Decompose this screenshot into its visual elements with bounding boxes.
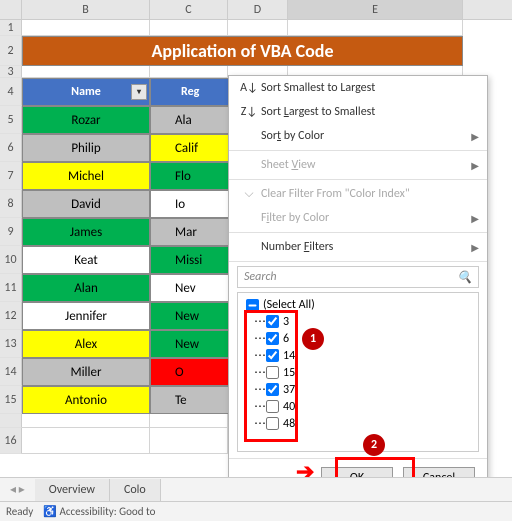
search-box[interactable]: Search🔍 xyxy=(237,266,479,288)
filter-item[interactable]: ⋯ 40 xyxy=(242,398,474,415)
filter-item[interactable]: ⋯ 3 xyxy=(242,313,474,330)
name-cell[interactable]: Keat xyxy=(22,246,150,274)
status-acc: ♿ Accessibility: Good to xyxy=(43,505,155,518)
filter-button-name[interactable]: ▾ xyxy=(131,84,147,100)
title-cell: Application of VBA Code xyxy=(22,36,463,66)
row-8[interactable]: 8 xyxy=(0,190,22,218)
row-15[interactable]: 15 xyxy=(0,386,22,414)
name-cell[interactable]: Antonio xyxy=(22,386,150,414)
name-cell[interactable]: James xyxy=(22,218,150,246)
row-9[interactable]: 9 xyxy=(0,218,22,246)
sort-desc-icon: Z↓ xyxy=(237,105,261,119)
col-E[interactable]: E xyxy=(288,0,463,19)
clear-filter: ⌵Clear Filter From "Color Index" xyxy=(229,182,487,206)
funnel-icon: ⌵ xyxy=(237,187,261,201)
row-gap[interactable] xyxy=(0,414,22,428)
row-16[interactable]: 16 xyxy=(0,428,22,454)
chevron-right-icon: ▶ xyxy=(471,130,479,143)
row-6[interactable]: 6 xyxy=(0,134,22,162)
row-3[interactable]: 3 xyxy=(0,66,22,78)
row-1[interactable]: 1 xyxy=(0,20,22,36)
name-cell[interactable]: Jennifer xyxy=(22,302,150,330)
name-cell[interactable]: Alex xyxy=(22,330,150,358)
name-cell[interactable]: Rozar xyxy=(22,106,150,134)
row-11[interactable]: 11 xyxy=(0,274,22,302)
name-cell[interactable]: Alan xyxy=(22,274,150,302)
row-7[interactable]: 7 xyxy=(0,162,22,190)
row-10[interactable]: 10 xyxy=(0,246,22,274)
filter-tree[interactable]: (Select All) ⋯ 3⋯ 6⋯ 14⋯ 15⋯ 37⋯ 40⋯ 48 xyxy=(237,292,479,452)
status-ready: Ready xyxy=(6,505,33,518)
row-5[interactable]: 5 xyxy=(0,106,22,134)
filter-item[interactable]: ⋯ 37 xyxy=(242,381,474,398)
name-cell[interactable]: Miller xyxy=(22,358,150,386)
corner xyxy=(0,0,22,19)
filter-item[interactable]: ⋯ 14 xyxy=(242,347,474,364)
sheet-view: Sheet View▶ xyxy=(229,153,487,177)
filter-item[interactable]: ⋯ 48 xyxy=(242,415,474,432)
column-headers: B C D E xyxy=(0,0,512,20)
row-4[interactable]: 4 xyxy=(0,78,22,106)
sort-asc-icon: A↓ xyxy=(237,81,261,95)
tab-color[interactable]: Colo xyxy=(110,479,161,501)
header-name: Name▾ xyxy=(22,78,150,106)
name-cell[interactable]: Michel xyxy=(22,162,150,190)
number-filters[interactable]: Number Filters▶ xyxy=(229,235,487,259)
filter-color: Filter by Color▶ xyxy=(229,206,487,230)
name-cell[interactable]: Philip xyxy=(22,134,150,162)
row-12[interactable]: 12 xyxy=(0,302,22,330)
search-icon: 🔍 xyxy=(457,270,472,285)
col-D[interactable]: D xyxy=(228,0,288,19)
col-B[interactable]: B xyxy=(22,0,150,19)
col-C[interactable]: C xyxy=(150,0,228,19)
row-14[interactable]: 14 xyxy=(0,358,22,386)
filter-menu: A↓Sort Smallest to Largest Z↓Sort Larges… xyxy=(228,75,488,498)
row-13[interactable]: 13 xyxy=(0,330,22,358)
chevron-right-icon: ▶ xyxy=(471,241,479,254)
sort-desc[interactable]: Z↓Sort Largest to Smallest xyxy=(229,100,487,124)
filter-item[interactable]: ⋯ 6 xyxy=(242,330,474,347)
sort-asc[interactable]: A↓Sort Smallest to Largest xyxy=(229,76,487,100)
sheet-tabs: ◂ ▸ Overview Colo xyxy=(0,477,512,501)
tab-overview[interactable]: Overview xyxy=(35,479,110,501)
name-cell[interactable]: David xyxy=(22,190,150,218)
select-all[interactable]: (Select All) xyxy=(242,297,474,313)
status-bar: Ready ♿ Accessibility: Good to xyxy=(0,501,512,521)
filter-item[interactable]: ⋯ 15 xyxy=(242,364,474,381)
row-2[interactable]: 2 xyxy=(0,36,22,66)
tab-nav[interactable]: ◂ ▸ xyxy=(0,482,35,497)
sort-color[interactable]: Sort by Color▶ xyxy=(229,124,487,148)
